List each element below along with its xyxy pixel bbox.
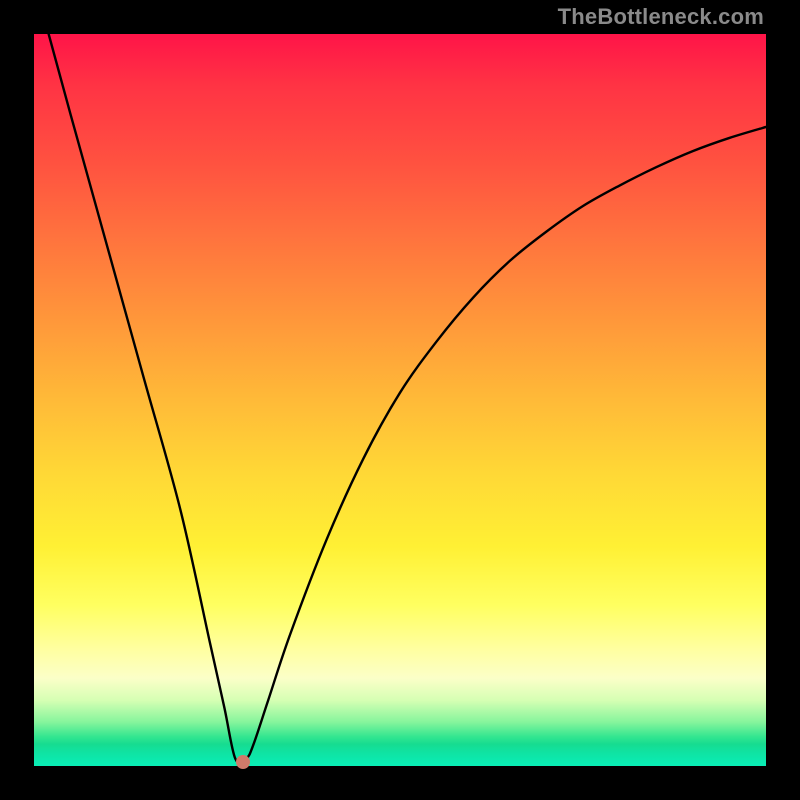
plot-area (34, 34, 766, 766)
minimum-marker-dot (236, 755, 250, 769)
bottleneck-curve (34, 34, 766, 766)
watermark-text: TheBottleneck.com (558, 4, 764, 30)
chart-frame: TheBottleneck.com (0, 0, 800, 800)
